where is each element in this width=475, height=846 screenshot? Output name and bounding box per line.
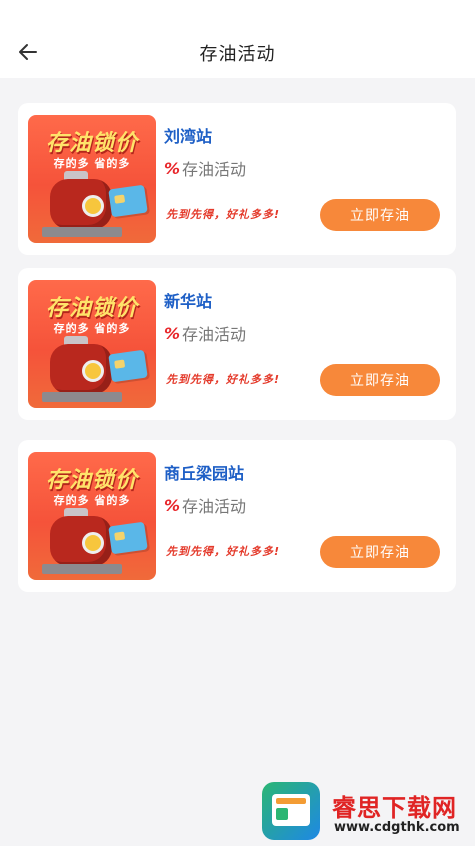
thumbnail-subtitle: 存的多 省的多 xyxy=(53,494,131,507)
discount-icon: % xyxy=(164,158,181,178)
station-card[interactable]: 存油锁价 存的多 省的多 商丘梁园站 % 存油活动 先到先得，好礼多多! 立即存… xyxy=(18,440,456,592)
station-name: 刘湾站 xyxy=(164,127,213,146)
activity-tag: % 存油活动 xyxy=(164,322,247,345)
activity-tag-label: 存油活动 xyxy=(182,497,247,516)
thumbnail-subtitle: 存的多 省的多 xyxy=(53,157,131,170)
promo-slogan: 先到先得，好礼多多! xyxy=(166,373,281,386)
site-logo-icon xyxy=(262,782,320,840)
oil-drop-icon xyxy=(82,532,104,554)
thumbnail-title: 存油锁价 xyxy=(45,296,138,321)
promo-thumbnail: 存油锁价 存的多 省的多 xyxy=(28,452,156,580)
station-name: 商丘梁园站 xyxy=(164,464,245,483)
oil-drop-icon xyxy=(82,195,104,217)
bank-card-icon xyxy=(108,521,148,555)
thumbnail-subtitle: 存的多 省的多 xyxy=(53,322,131,335)
top-bar: 存油活动 xyxy=(0,0,475,78)
activity-tag-label: 存油活动 xyxy=(182,160,247,179)
discount-icon: % xyxy=(164,495,181,515)
activity-tag-label: 存油活动 xyxy=(182,325,247,344)
activity-tag: % 存油活动 xyxy=(164,494,247,517)
thumbnail-title: 存油锁价 xyxy=(45,131,138,156)
promo-thumbnail: 存油锁价 存的多 省的多 xyxy=(28,115,156,243)
watermark-name: 睿思下载网 xyxy=(332,794,457,822)
watermark-url: www.cdgthk.com xyxy=(334,820,460,835)
promo-thumbnail: 存油锁价 存的多 省的多 xyxy=(28,280,156,408)
station-card[interactable]: 存油锁价 存的多 省的多 刘湾站 % 存油活动 先到先得，好礼多多! 立即存油 xyxy=(18,103,456,255)
discount-icon: % xyxy=(164,323,181,343)
promo-slogan: 先到先得，好礼多多! xyxy=(166,545,281,558)
deposit-oil-button[interactable]: 立即存油 xyxy=(320,536,440,568)
oil-drop-icon xyxy=(82,360,104,382)
activity-tag: % 存油活动 xyxy=(164,157,247,180)
bank-card-icon xyxy=(108,349,148,383)
deposit-oil-button[interactable]: 立即存油 xyxy=(320,199,440,231)
promo-slogan: 先到先得，好礼多多! xyxy=(166,208,281,221)
station-name: 新华站 xyxy=(164,292,213,311)
site-watermark: 睿思下载网 www.cdgthk.com xyxy=(262,780,472,842)
station-card[interactable]: 存油锁价 存的多 省的多 新华站 % 存油活动 先到先得，好礼多多! 立即存油 xyxy=(18,268,456,420)
bank-card-icon xyxy=(108,184,148,218)
thumbnail-title: 存油锁价 xyxy=(45,468,138,493)
deposit-oil-button[interactable]: 立即存油 xyxy=(320,364,440,396)
page-title: 存油活动 xyxy=(199,44,276,65)
